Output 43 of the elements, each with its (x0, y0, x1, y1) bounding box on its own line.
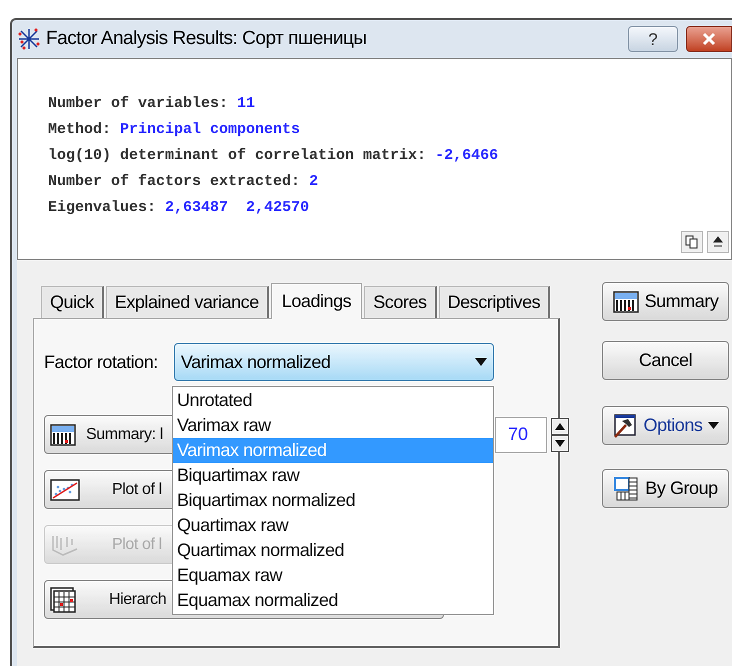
collapse-button[interactable] (707, 231, 729, 253)
app-icon (16, 26, 42, 52)
caret-icon (708, 422, 720, 429)
result-line: Number of variables: 11 (48, 94, 256, 114)
result-line: Eigenvalues: 2,63487 2,42570 (48, 198, 310, 218)
dropdown-option[interactable]: Quartimax raw (173, 513, 493, 538)
grid-icon (50, 586, 76, 612)
spin-buttons[interactable] (551, 418, 569, 452)
dropdown-option[interactable]: Quartimax normalized (173, 538, 493, 563)
dropdown-option[interactable]: Biquartimax normalized (173, 488, 493, 513)
dropdown-option[interactable]: Equamax raw (173, 563, 493, 588)
result-line: log(10) determinant of correlation matrix: -2,6466 (48, 146, 500, 166)
dropdown-option[interactable]: Unrotated (173, 388, 493, 413)
side-button[interactable]: Summary (602, 282, 729, 321)
number-field[interactable]: 70 (495, 416, 547, 452)
table-icon (612, 290, 639, 312)
close-icon (701, 32, 717, 46)
tab[interactable]: Scores (364, 286, 437, 318)
dropdown-caret-icon (474, 358, 487, 366)
rotation-dropdown[interactable]: Varimax normalized (174, 343, 494, 381)
scatterplot-icon (50, 478, 80, 500)
copy-button[interactable] (681, 231, 703, 253)
hammer-icon (612, 412, 638, 438)
close-button[interactable] (686, 26, 732, 52)
side-button[interactable]: Options (602, 406, 729, 445)
dropdown-option[interactable]: Biquartimax raw (173, 463, 493, 488)
field-label: Factor rotation: (44, 350, 158, 374)
up-arrow-icon (713, 236, 723, 248)
tab[interactable]: Descriptives (438, 286, 550, 318)
tab[interactable]: Loadings (270, 283, 362, 319)
tab[interactable]: Quick (41, 286, 104, 318)
help-button[interactable]: ? (628, 26, 678, 52)
tab[interactable]: Explained variance (106, 286, 269, 318)
dropdown-option[interactable]: Equamax normalized (173, 588, 493, 613)
side-button[interactable]: By Group (602, 469, 729, 508)
window-title: Factor Analysis Results: Сорт пшеницы (46, 26, 368, 51)
side-button[interactable]: Cancel (602, 341, 729, 380)
table-icon (50, 424, 76, 446)
result-line: Number of factors extracted: 2 (48, 172, 320, 192)
grouped-table-icon (613, 476, 640, 502)
copy-icon (685, 235, 699, 249)
dropdown-option[interactable]: Varimax raw (173, 413, 493, 438)
result-line: Method: Principal components (48, 120, 302, 140)
